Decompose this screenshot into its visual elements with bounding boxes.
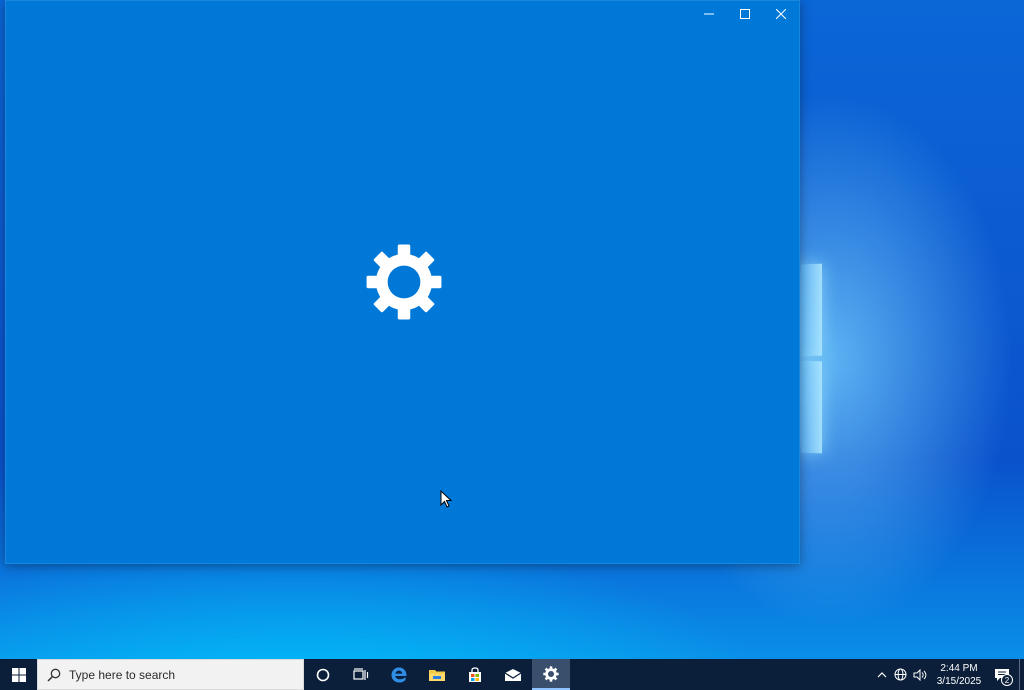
clock[interactable]: 2:44 PM 3/15/2025 [933,659,985,690]
close-button[interactable] [763,1,799,27]
taskbar-cortana[interactable] [304,659,342,690]
search-placeholder: Type here to search [69,667,176,682]
gear-icon [366,244,442,320]
mail-icon [504,668,522,681]
taskbar-file-explorer[interactable] [418,659,456,690]
maximize-button[interactable] [727,1,763,27]
cortana-icon [316,668,330,681]
close-icon [776,9,786,19]
store-icon [469,666,481,682]
clock-time: 2:44 PM [940,662,978,674]
windows-start-icon [11,667,26,682]
file-explorer-icon [429,669,445,681]
tray-show-hidden[interactable] [872,659,891,690]
start-button[interactable] [0,659,37,690]
search-icon [47,668,61,682]
mouse-cursor-icon [440,490,452,508]
network-globe-icon [894,668,907,681]
speaker-icon [913,668,926,681]
taskbar-edge[interactable] [380,659,418,690]
search-box[interactable]: Type here to search [37,659,304,690]
settings-window [5,0,800,564]
edge-icon [391,667,407,682]
taskbar: Type here to search 2:44 PM 3/15/2025 2 [0,659,1024,690]
caption-buttons [691,1,799,27]
minimize-button[interactable] [691,1,727,27]
taskbar-task-view[interactable] [342,659,380,690]
taskbar-store[interactable] [456,659,494,690]
system-tray: 2:44 PM 3/15/2025 2 [872,659,1024,690]
settings-icon [543,665,559,682]
taskbar-mail[interactable] [494,659,532,690]
clock-date: 3/15/2025 [936,675,982,687]
show-desktop-button[interactable] [1019,659,1024,690]
notification-count-badge: 2 [1001,674,1013,686]
minimize-icon [704,13,714,15]
tray-network[interactable] [891,659,910,690]
desktop [0,0,1024,659]
task-view-icon [353,667,369,680]
tray-volume[interactable] [910,659,929,690]
windows-logo-wallpaper-top [801,263,822,357]
chevron-up-icon [877,671,886,677]
taskbar-settings[interactable] [532,659,570,690]
action-center-button[interactable]: 2 [985,659,1019,690]
windows-logo-wallpaper-bottom [801,360,822,454]
maximize-icon [740,9,750,19]
